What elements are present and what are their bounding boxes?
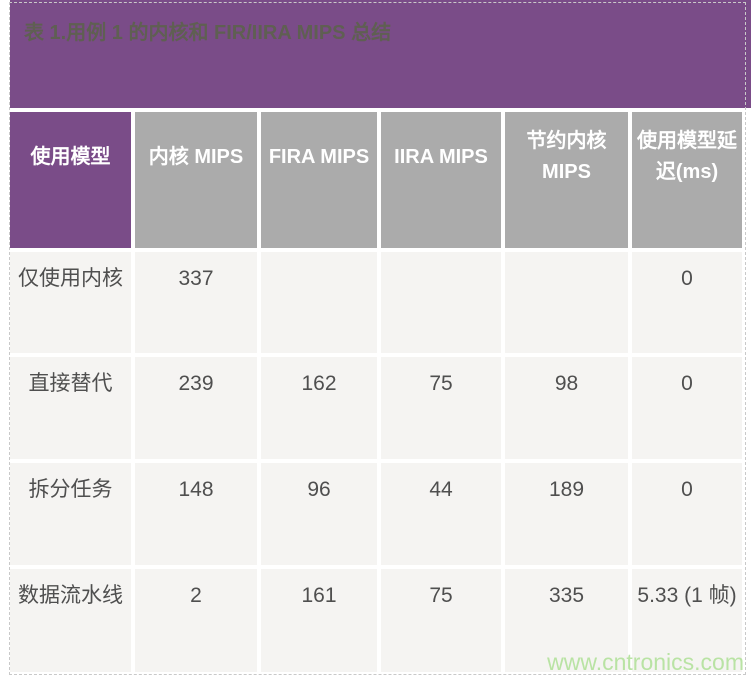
table-cell: 337 [135, 252, 257, 353]
row-label: 仅使用内核 [10, 252, 131, 353]
table-cell [261, 252, 377, 353]
col-header-iira-mips: IIRA MIPS [381, 112, 501, 248]
table-cell: 148 [135, 463, 257, 565]
col-header-delay-ms: 使用模型延 迟(ms) [632, 112, 742, 248]
table-cell: 0 [632, 252, 742, 353]
row-label: 数据流水线 [10, 569, 131, 672]
table-cell: 2 [135, 569, 257, 672]
table-cell: 189 [505, 463, 628, 565]
table-cell [381, 252, 501, 353]
table-cell: 162 [261, 357, 377, 459]
row-label: 拆分任务 [10, 463, 131, 565]
table-cell: 98 [505, 357, 628, 459]
table-title-banner: 表 1.用例 1 的内核和 FIR/IIRA MIPS 总结 [10, 0, 751, 108]
table-title: 表 1.用例 1 的内核和 FIR/IIRA MIPS 总结 [24, 22, 392, 44]
col-header-saved-mips: 节约内核 MIPS [505, 112, 628, 248]
table-cell: 0 [632, 463, 742, 565]
watermark-url: www.cntronics.com [547, 649, 744, 675]
table-cell: 75 [381, 357, 501, 459]
col-header-core-mips: 内核 MIPS [135, 112, 257, 248]
table-cell: 0 [632, 357, 742, 459]
col-header-usage-model: 使用模型 [10, 112, 131, 248]
table-cell: 239 [135, 357, 257, 459]
table-cell: 44 [381, 463, 501, 565]
col-header-fira-mips: FIRA MIPS [261, 112, 377, 248]
table-cell [505, 252, 628, 353]
table-cell: 75 [381, 569, 501, 672]
table-cell: 161 [261, 569, 377, 672]
table-cell: 96 [261, 463, 377, 565]
row-label: 直接替代 [10, 357, 131, 459]
mips-summary-table: 使用模型 内核 MIPS FIRA MIPS IIRA MIPS 节约内核 MI… [10, 112, 742, 672]
